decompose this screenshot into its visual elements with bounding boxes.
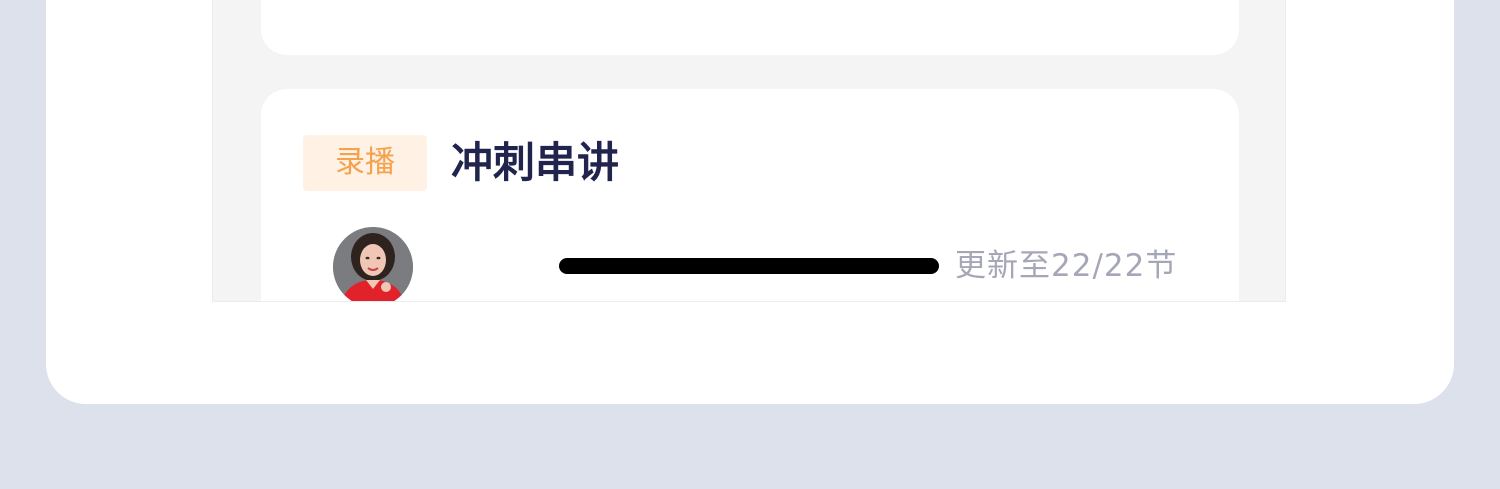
phone-frame: 常规 录播 冲刺串讲 更新至22/22节	[212, 0, 1286, 302]
course-card[interactable]: 录播 冲刺串讲 更新至22/22节	[261, 89, 1239, 301]
teacher-name-redaction-bar	[559, 258, 939, 274]
previous-course-card[interactable]: 常规	[261, 0, 1239, 55]
course-title: 冲刺串讲	[451, 138, 620, 187]
course-type-badge: 录播	[303, 135, 427, 191]
teacher-avatar[interactable]	[333, 227, 413, 301]
update-status: 更新至22/22节	[955, 248, 1178, 284]
teacher-avatar-image	[333, 227, 413, 301]
